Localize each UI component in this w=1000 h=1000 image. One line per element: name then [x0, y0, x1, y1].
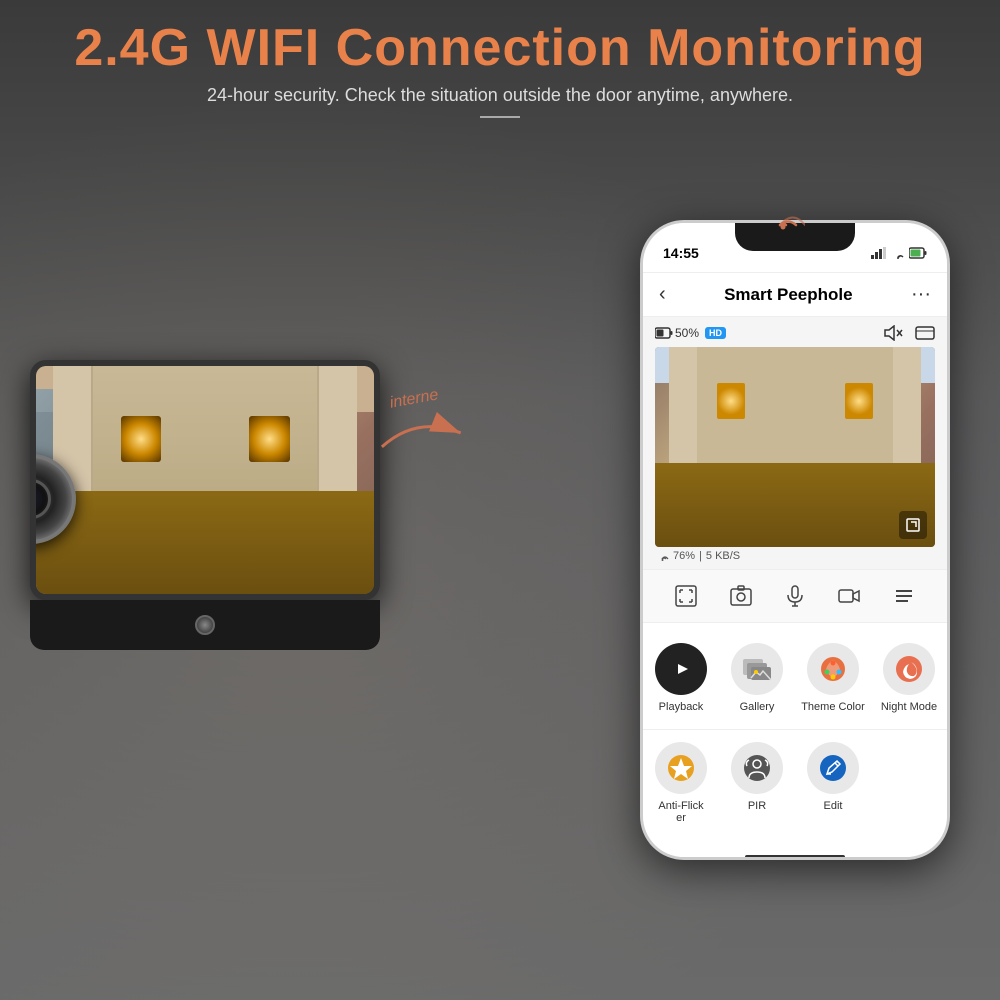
camera-view-section: 50% HD — [643, 317, 947, 569]
playback-icon — [655, 643, 707, 695]
home-indicator — [745, 855, 845, 859]
app-item-edit[interactable]: Edit — [795, 730, 871, 832]
app-item-nightmode[interactable]: Night Mode — [871, 631, 947, 721]
expand-view-icon[interactable] — [899, 511, 927, 539]
home-indicator-bar — [643, 842, 947, 860]
mini-porch-lamp-left — [717, 383, 745, 419]
porch-lamp-right — [249, 416, 290, 462]
more-button[interactable]: ··· — [911, 283, 931, 306]
mini-porch-column-right — [893, 347, 921, 477]
signal-bars-icon — [871, 247, 887, 259]
battery-status-icon — [909, 247, 927, 259]
mute-icon[interactable] — [883, 325, 903, 341]
header-divider — [480, 116, 520, 118]
wifi-percent-text: 76% — [673, 550, 695, 562]
theme-icon — [807, 643, 859, 695]
mic-control[interactable] — [777, 578, 813, 614]
fullscreen-icon[interactable] — [915, 325, 935, 341]
wifi-speed-bar: 76% | 5 KB/S — [655, 547, 935, 565]
antiflicker-icon — [655, 742, 707, 794]
edit-icon — [807, 742, 859, 794]
battery-hd-group: 50% HD — [655, 326, 726, 340]
app-item-gallery[interactable]: Gallery — [719, 631, 795, 721]
camera-controls-right — [883, 325, 935, 341]
phone-time: 14:55 — [663, 245, 699, 261]
page-subtitle: 24-hour security. Check the situation ou… — [0, 85, 1000, 106]
device-screen — [30, 360, 380, 600]
phone-controls-row — [643, 569, 947, 623]
mini-porch-lamp-right — [845, 383, 873, 419]
menu-control[interactable] — [886, 578, 922, 614]
battery-level: 50% — [655, 326, 699, 340]
device-bottom — [30, 600, 380, 650]
device-display — [36, 366, 374, 594]
phone-status-icons — [871, 247, 927, 259]
nightmode-label: Night Mode — [881, 701, 937, 713]
fullscreen-control[interactable] — [668, 578, 704, 614]
gallery-icon — [731, 643, 783, 695]
app-item-pir[interactable]: PIR — [719, 730, 795, 832]
app-grid-row2: Anti-Flicker PIR — [643, 729, 947, 842]
wifi-status-icon — [891, 247, 905, 259]
gallery-label: Gallery — [740, 701, 775, 713]
camera-lens-inner — [30, 479, 51, 519]
nightmode-icon — [883, 643, 935, 695]
app-title: Smart Peephole — [724, 285, 853, 305]
porch-floor — [36, 491, 374, 594]
phone-frame: 14:55 — [640, 220, 950, 860]
snapshot-control[interactable] — [723, 578, 759, 614]
mini-porch-column-left — [669, 347, 697, 477]
camera-video-feed — [655, 347, 935, 547]
door-viewer-device — [30, 360, 380, 650]
pir-icon — [731, 742, 783, 794]
camera-status-bar: 50% HD — [655, 325, 935, 341]
theme-label: Theme Color — [801, 701, 865, 713]
phone-container: 14:55 — [640, 220, 950, 860]
porch-scene — [36, 366, 374, 594]
antiflicker-label: Anti-Flicker — [658, 800, 703, 824]
back-button[interactable]: ‹ — [659, 283, 666, 306]
device-button — [195, 615, 215, 635]
app-item-antiflicker[interactable]: Anti-Flicker — [643, 730, 719, 832]
record-control[interactable] — [831, 578, 867, 614]
app-item-theme[interactable]: Theme Color — [795, 631, 871, 721]
arrow-container: interne — [363, 382, 476, 483]
separator: | — [699, 550, 702, 562]
app-nav-bar: ‹ Smart Peephole ··· — [643, 273, 947, 317]
speed-text: 5 KB/S — [706, 550, 740, 562]
edit-label: Edit — [824, 800, 843, 812]
app-item-playback[interactable]: Playback — [643, 631, 719, 721]
app-item-empty — [871, 730, 947, 832]
page-title: 2.4G WIFI Connection Monitoring — [0, 20, 1000, 77]
porch-lamp-left — [121, 416, 162, 462]
wifi-bar-icon — [655, 551, 669, 561]
playback-label: Playback — [659, 701, 704, 713]
app-grid-row1: Playback Gallery — [643, 623, 947, 729]
wifi-signal-icon — [755, 190, 805, 235]
hd-badge: HD — [705, 327, 726, 339]
pir-label: PIR — [748, 800, 766, 812]
header-section: 2.4G WIFI Connection Monitoring 24-hour … — [0, 20, 1000, 118]
battery-pct-text: 50% — [675, 326, 699, 340]
mini-porch-floor — [655, 463, 935, 547]
